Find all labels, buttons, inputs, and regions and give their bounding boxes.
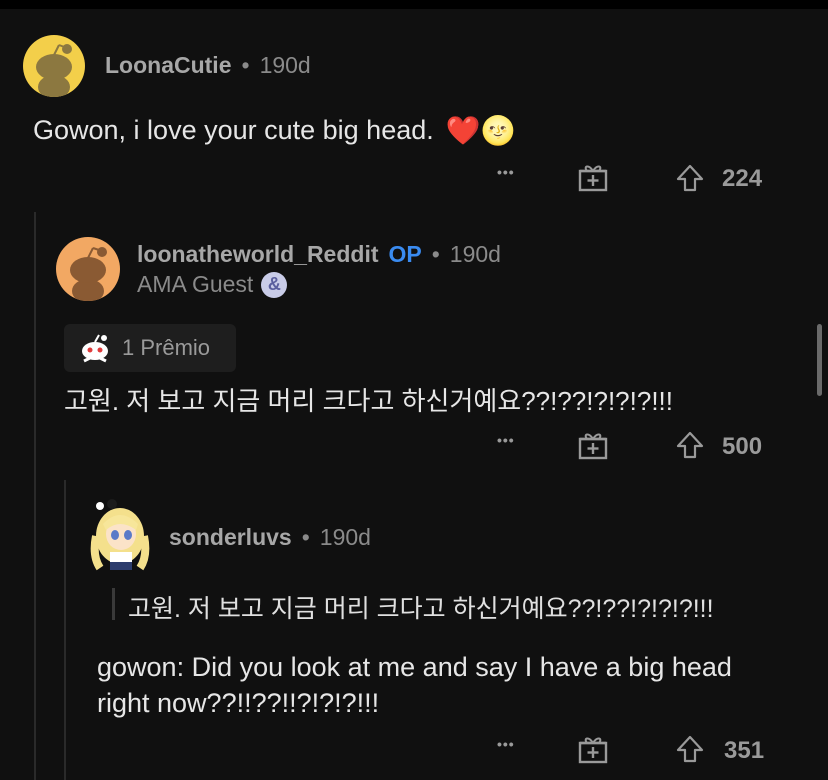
timestamp: 190d [449,241,501,267]
timestamp: 190d [259,52,311,78]
anime-avatar-icon [90,499,150,571]
gift-icon [578,737,608,764]
upvote-arrow-icon [676,431,704,459]
heart-moon-emoji: ❤️🌝 [445,115,516,146]
upvote-arrow-icon [676,164,704,192]
avatar[interactable] [56,237,120,301]
gift-icon [578,165,608,192]
op-badge: OP [388,241,422,267]
comment-body: Gowon, i love your cute big head. ❤️🌝 [33,114,515,147]
separator: • [241,52,250,78]
thread-line-level-1[interactable] [34,212,36,780]
gift-icon [578,433,608,460]
timestamp: 190d [319,524,371,550]
upvote-button[interactable] [676,431,704,464]
upvote-count: 224 [722,165,763,192]
upvote-button[interactable] [676,164,704,197]
username[interactable]: sonderluvs [169,524,292,551]
username[interactable]: LoonaCutie [105,52,232,79]
blockquote-text: 고원. 저 보고 지금 머리 크다고 하신거예요??!??!?!?!?!!! [128,595,714,623]
award-button[interactable] [577,734,609,769]
comment-header: sonderluvs • 190d [169,524,371,551]
blockquote-bar [112,588,115,620]
award-button[interactable] [577,162,609,197]
username[interactable]: loonatheworld_Reddit [137,241,379,268]
comment-header: LoonaCutie • 190d [105,52,311,79]
more-options-button[interactable]: ••• [497,432,515,448]
comment-text: Gowon, i love your cute big head. [33,115,434,145]
award-button[interactable] [577,430,609,465]
upvote-button[interactable] [676,735,704,768]
separator: • [431,241,440,267]
user-flair: AMA Guest & [137,271,288,298]
upvote-count: 351 [724,737,765,764]
avatar[interactable] [23,35,85,97]
award-count: 1 Prêmio [122,335,211,360]
upvote-arrow-icon [676,735,704,763]
snoo-avatar-icon [70,247,107,301]
avatar[interactable] [88,496,152,574]
upvote-count: 500 [722,433,763,460]
comment-text: gowon: Did you look at me and say I have… [97,652,732,718]
more-options-button[interactable]: ••• [497,164,515,180]
comment-text: 고원. 저 보고 지금 머리 크다고 하신거예요??!??!?!?!?!!! [64,386,673,416]
separator: • [301,524,310,550]
snoo-avatar-icon [36,44,72,97]
award-snoo-icon [82,334,108,363]
thread-line-level-2[interactable] [64,480,66,780]
award-pill[interactable]: 1 Prêmio [64,324,236,372]
scrollbar[interactable] [817,324,822,396]
more-options-button[interactable]: ••• [497,736,515,752]
top-bar [0,0,828,9]
ama-guest-icon: & [261,271,288,298]
comment-header: loonatheworld_Reddit OP • 190d [137,241,501,268]
flair-text: AMA Guest [137,271,254,297]
